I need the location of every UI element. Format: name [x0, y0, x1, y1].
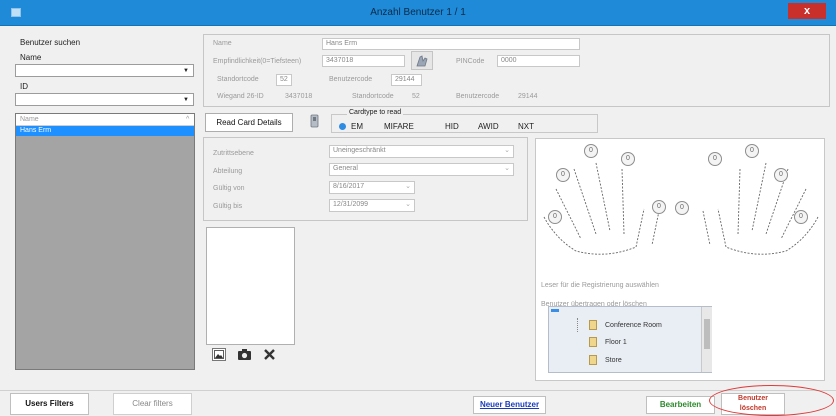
user2-value: 29144	[518, 93, 538, 100]
valid-to-picker[interactable]: 12/31/2099 ⌄	[329, 199, 415, 212]
room-icon	[589, 337, 597, 347]
users-filters-button[interactable]: Users Filters	[10, 393, 89, 415]
image-icon[interactable]	[212, 348, 226, 361]
sensitivity-label: Empfindlichkeit(0=Tiefsteen)	[213, 58, 302, 65]
tree-scrollbar[interactable]	[701, 307, 712, 372]
hand-icon	[416, 55, 428, 67]
cardtype-hid-label[interactable]: HID	[445, 122, 459, 131]
access-level-value: Uneingeschränkt	[333, 147, 386, 154]
read-card-button[interactable]: Read Card Details	[205, 113, 293, 132]
chevron-down-icon: ▼	[183, 68, 189, 74]
photo-box	[206, 227, 295, 345]
valid-to-label: Gültig bis	[213, 203, 243, 210]
reader-tree[interactable]: Conference Room Floor 1 Store	[548, 306, 712, 373]
tree-item[interactable]: Store	[605, 357, 622, 364]
cardtype-group	[331, 114, 598, 133]
room-icon	[589, 320, 597, 330]
department-combo[interactable]: General ⌄	[329, 163, 514, 176]
id-label: ID	[20, 82, 28, 91]
edit-button[interactable]: Bearbeiten	[646, 396, 715, 414]
sensitivity-field[interactable]: 3437018	[322, 55, 405, 67]
user-list-header-label: Name	[20, 116, 39, 123]
valid-from-picker[interactable]: 8/16/2017 ⌄	[329, 181, 415, 194]
user-name-label: Name	[213, 40, 232, 47]
site2-label: Standortcode	[352, 93, 394, 100]
title-bar: Anzahl Benutzer 1 / 1 x	[0, 0, 836, 26]
user-list-header[interactable]: Name ^	[16, 114, 194, 126]
finger-right-ring[interactable]: 0	[774, 168, 788, 182]
highlight-ellipse	[709, 385, 834, 416]
department-label: Abteilung	[213, 168, 243, 175]
chevron-down-icon: ▼	[183, 97, 189, 103]
access-level-combo[interactable]: Uneingeschränkt ⌄	[329, 145, 514, 158]
chevron-down-icon: ⌄	[405, 183, 411, 190]
new-user-button[interactable]: Neuer Benutzer	[473, 396, 546, 414]
usercode-field[interactable]: 29144	[391, 74, 422, 86]
valid-from-value: 8/16/2017	[333, 183, 365, 190]
finger-right-index[interactable]: 0	[708, 152, 722, 166]
finger-left-index[interactable]: 0	[621, 152, 635, 166]
fingerprint-panel: 0 0 0 0 0 0 0 0 0 0 Leser für die Regist…	[535, 138, 825, 381]
pin-field[interactable]: 0000	[497, 55, 580, 67]
valid-from-label: Gültig von	[213, 185, 245, 192]
finger-left-pinky[interactable]: 0	[548, 210, 562, 224]
window-title: Anzahl Benutzer 1 / 1	[370, 7, 466, 18]
finger-right-middle[interactable]: 0	[745, 144, 759, 158]
access-level-label: Zutrittsebene	[213, 150, 254, 157]
sort-icon: ^	[186, 116, 190, 123]
user2-label: Benutzercode	[456, 93, 500, 100]
usercode-label: Benutzercode	[329, 76, 373, 83]
hand-scan-button[interactable]	[411, 51, 433, 70]
tree-scrollbar-thumb[interactable]	[704, 319, 710, 349]
delete-photo-icon[interactable]	[263, 348, 276, 361]
chevron-down-icon: ⌄	[504, 147, 510, 154]
valid-to-value: 12/31/2099	[333, 201, 369, 208]
reader-label: Leser für die Registrierung auswählen	[541, 282, 659, 289]
cardtype-mifare-label[interactable]: MIFARE	[384, 122, 414, 131]
camera-icon[interactable]	[237, 348, 252, 361]
user-name-field[interactable]: Hans Erm	[322, 38, 580, 50]
finger-left-ring[interactable]: 0	[556, 168, 570, 182]
tree-item[interactable]: Floor 1	[605, 339, 627, 346]
card-reader-icon	[309, 114, 321, 129]
name-search-combo[interactable]: ▼	[15, 64, 194, 77]
name-label: Name	[20, 53, 42, 62]
tree-root-icon	[551, 309, 559, 312]
cardtype-em-label: EM	[351, 122, 363, 131]
finger-right-pinky[interactable]: 0	[794, 210, 808, 224]
cardtype-group-title: Cardtype to read	[347, 109, 404, 116]
finger-left-thumb[interactable]: 0	[652, 200, 666, 214]
search-heading: Benutzer suchen	[20, 38, 81, 47]
department-value: General	[333, 165, 358, 172]
user-list[interactable]: Name ^ Hans Erm	[15, 113, 195, 370]
cardtype-em-radio[interactable]	[339, 123, 346, 130]
finger-right-thumb[interactable]: 0	[675, 201, 689, 215]
room-icon	[589, 355, 597, 365]
pin-label: PINCode	[456, 58, 485, 65]
close-button[interactable]: x	[788, 3, 826, 19]
tree-item[interactable]: Conference Room	[605, 322, 662, 329]
chevron-down-icon: ⌄	[405, 201, 411, 208]
wiegand-value: 3437018	[285, 93, 313, 100]
id-search-combo[interactable]: ▼	[15, 93, 194, 106]
list-item[interactable]: Hans Erm	[16, 126, 194, 136]
chevron-down-icon: ⌄	[504, 165, 510, 172]
finger-left-middle[interactable]: 0	[584, 144, 598, 158]
clear-filters-button[interactable]: Clear filters	[113, 393, 192, 415]
cardtype-awid-label[interactable]: AWID	[478, 122, 499, 131]
site2-value: 52	[412, 93, 420, 100]
sitecode-label: Standortcode	[217, 76, 259, 83]
cardtype-nxt-label[interactable]: NXT	[518, 122, 534, 131]
wiegand-label: Wiegand 26-ID	[217, 93, 264, 100]
sitecode-field[interactable]: 52	[276, 74, 292, 86]
